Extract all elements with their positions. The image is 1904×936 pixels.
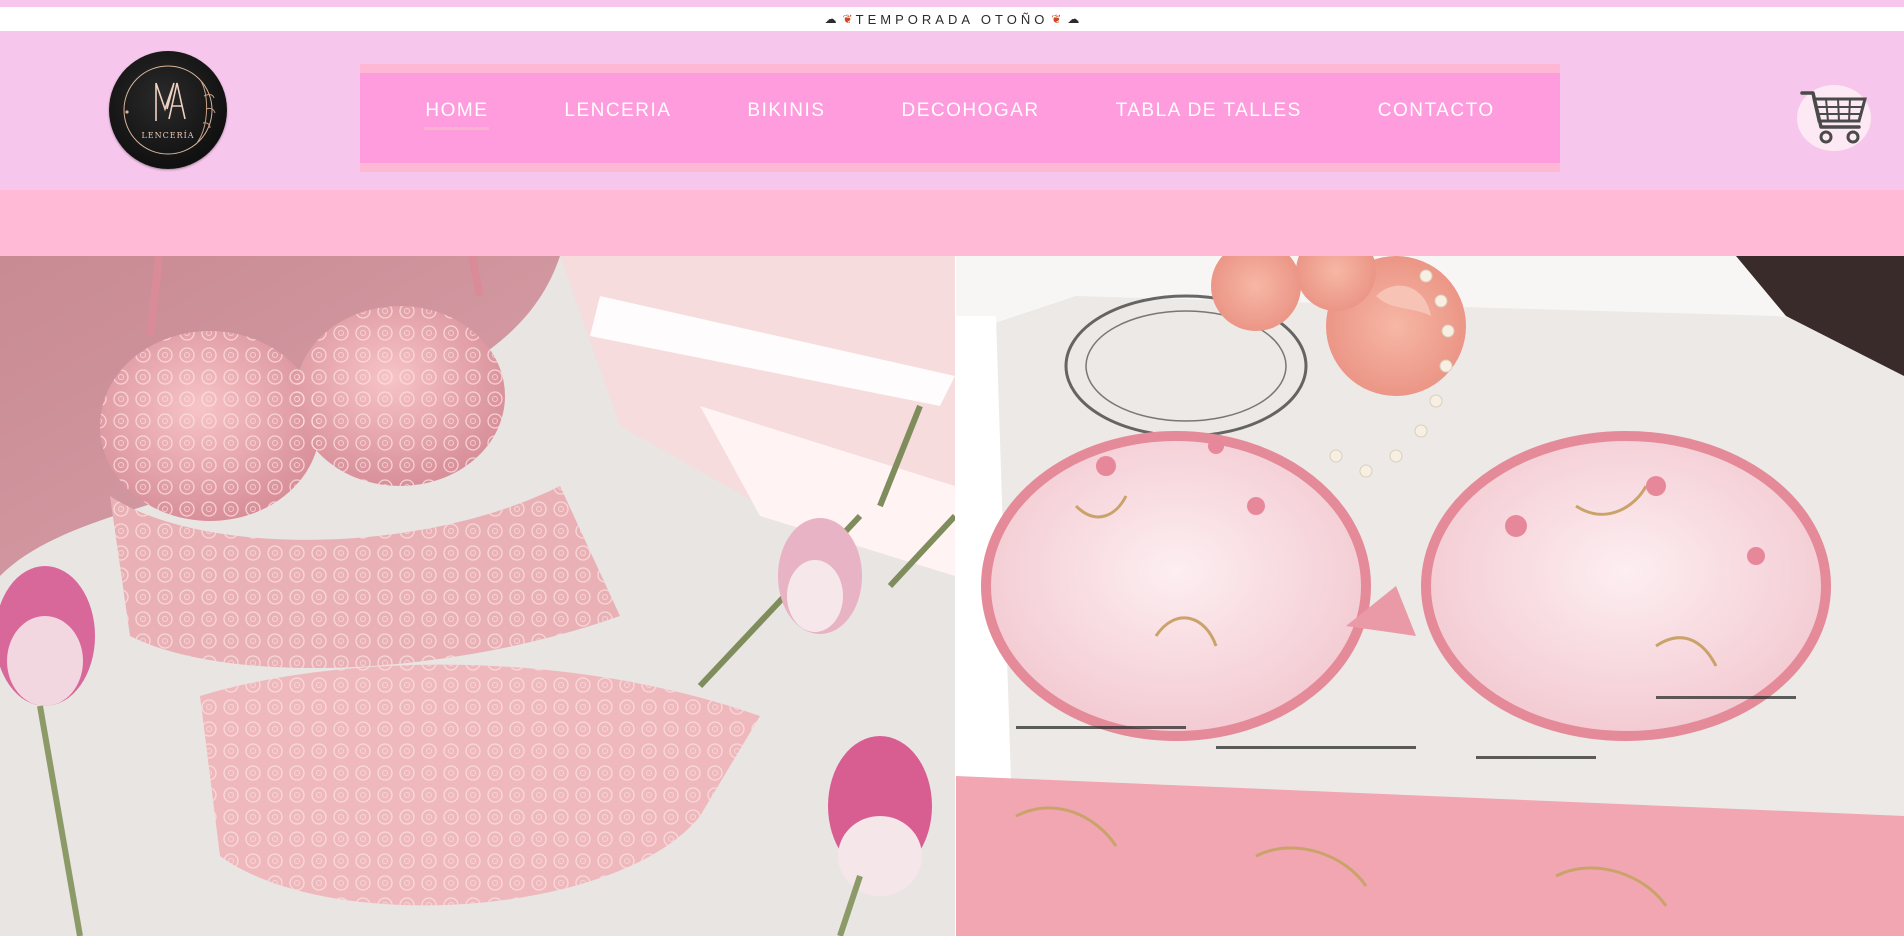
logo-text: LENCERÍA <box>141 131 195 140</box>
logo-emblem <box>123 65 216 155</box>
cloud-icon: ☁ <box>824 12 837 26</box>
cloud-icon: ☁ <box>1067 12 1080 26</box>
nav-item-home[interactable]: HOME <box>424 100 490 130</box>
main-nav: HOME LENCERIA BIKINIS DECOHOGAR TABLA DE… <box>360 64 1560 172</box>
leaf-icon: ❦ <box>842 12 853 26</box>
top-strip <box>0 0 1904 7</box>
hero-image-embroidered <box>956 256 1904 936</box>
hero-image-lingerie <box>0 256 955 936</box>
nav-item-tabla-de-talles[interactable]: TABLA DE TALLES <box>1116 100 1302 122</box>
pink-band <box>0 190 1904 256</box>
pink-lace-lingerie-photo <box>0 256 955 936</box>
site-header: LENCERÍA HOME LENCERIA BIKINIS DECOHOGAR… <box>0 31 1904 190</box>
cart-button[interactable] <box>1797 85 1871 151</box>
cart-icon <box>1800 91 1867 144</box>
announcement-text: TEMPORADA OTOÑO <box>855 11 1049 27</box>
embroidered-bra-tray-photo <box>956 256 1904 936</box>
nav-item-bikinis[interactable]: BIKINIS <box>747 100 825 122</box>
leaf-icon: ❦ <box>1051 12 1062 26</box>
nav-item-decohogar[interactable]: DECOHOGAR <box>901 100 1039 122</box>
nav-item-lenceria[interactable]: LENCERIA <box>564 100 671 122</box>
nav-item-contacto[interactable]: CONTACTO <box>1378 100 1495 122</box>
announcement-bar: ☁ ❦ TEMPORADA OTOÑO ❦ ☁ <box>0 7 1904 31</box>
logo[interactable]: LENCERÍA <box>109 51 227 169</box>
